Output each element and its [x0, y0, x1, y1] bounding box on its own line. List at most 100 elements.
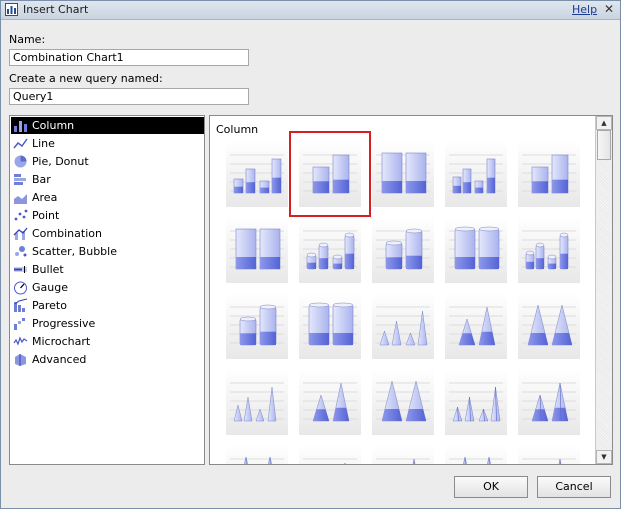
chart-subtype-stacked-cone[interactable]	[445, 293, 507, 359]
chart-subtype-clustered-cone[interactable]	[372, 293, 434, 359]
progressive-chart-icon	[14, 318, 25, 330]
chart-type-label: Gauge	[32, 281, 68, 294]
advanced-chart-icon	[15, 354, 26, 366]
chart-subtype-3d-stacked-cone[interactable]	[299, 369, 361, 435]
chart-type-list: Column Line Pie, Donut Bar Area Point Combinat…	[9, 115, 205, 465]
chart-type-pareto[interactable]: Pareto	[11, 297, 204, 314]
scroll-up-icon[interactable]: ▲	[596, 116, 612, 130]
chart-subtype-100-percent-stacked-cylinder[interactable]	[445, 217, 507, 283]
clustered-cylinder-icon	[303, 230, 357, 270]
100-percent-stacked-column-icon	[376, 152, 430, 194]
3d-100-percent-stacked-column-icon	[230, 228, 284, 270]
chart-type-label: Line	[32, 137, 55, 150]
clustered-column-icon	[230, 154, 284, 194]
chart-type-gauge[interactable]: Gauge	[11, 279, 204, 296]
name-label: Name:	[9, 33, 46, 46]
chart-subtype-3d-100-percent-stacked-cone[interactable]	[372, 369, 434, 435]
chart-type-label: Combination	[32, 227, 102, 240]
chart-subtype-100-percent-stacked-column[interactable]	[372, 141, 434, 207]
window-title: Insert Chart	[23, 3, 89, 16]
3d-stacked-cylinder-icon	[230, 304, 284, 346]
3d-stacked-pyramid-icon	[376, 458, 430, 464]
chart-type-bar[interactable]: Bar	[11, 171, 204, 188]
3d-100-percent-stacked-cone-icon	[376, 380, 430, 422]
chart-type-pie-donut[interactable]: Pie, Donut	[11, 153, 204, 170]
100-percent-stacked-cylinder-icon	[449, 226, 503, 270]
insert-chart-dialog: Insert Chart Help ✕ Name: Create a new q…	[0, 0, 621, 509]
chart-type-line[interactable]: Line	[11, 135, 204, 152]
chart-type-point[interactable]: Point	[11, 207, 204, 224]
chart-subtype-clustered-column[interactable]	[226, 141, 288, 207]
chart-subtype-stacked-cylinder[interactable]	[372, 217, 434, 283]
chart-subtype-clustered-pyramid[interactable]	[445, 369, 507, 435]
gallery-scrollbar[interactable]: ▲ ▼	[595, 116, 612, 464]
ok-button[interactable]: OK	[454, 476, 528, 498]
chart-type-progressive[interactable]: Progressive	[11, 315, 204, 332]
3d-clustered-pyramid-icon	[303, 458, 357, 464]
3d-100-percent-stacked-pyramid-icon	[449, 456, 503, 464]
3d-stacked-column-icon	[522, 154, 576, 194]
chart-type-scatter-bubble[interactable]: Scatter, Bubble	[11, 243, 204, 260]
help-link[interactable]: Help	[572, 3, 597, 16]
chart-app-icon	[5, 3, 18, 16]
3d-clustered-cone-icon	[230, 382, 284, 422]
cancel-button[interactable]: Cancel	[537, 476, 611, 498]
bar-chart-icon	[14, 174, 26, 185]
chart-subtype-clustered-cylinder[interactable]	[299, 217, 361, 283]
scrollbar-thumb[interactable]	[597, 130, 611, 160]
chart-type-area[interactable]: Area	[11, 189, 204, 206]
chart-type-microchart[interactable]: Microchart	[11, 333, 204, 350]
point-chart-icon	[14, 209, 28, 221]
chart-type-label: Pareto	[32, 299, 67, 312]
3d-stacked-cone-icon	[303, 382, 357, 422]
3d-clustered-column-icon	[449, 154, 503, 194]
chart-subtype-gallery: Column	[209, 115, 613, 465]
chart-subtype-3d-stacked-column[interactable]	[518, 141, 580, 207]
chart-subtype-3d-clustered-column[interactable]	[445, 141, 507, 207]
chart-type-label: Bullet	[32, 263, 64, 276]
chart-subtype-3d-clustered-cone[interactable]	[226, 369, 288, 435]
chart-subtype-3d-100-percent-stacked-pyramid[interactable]	[445, 445, 507, 464]
gauge-chart-icon	[14, 281, 27, 295]
chart-subtype-3d-100-percent-stacked-column[interactable]	[226, 217, 288, 283]
bullet-chart-icon	[14, 266, 27, 273]
combination-chart-icon	[13, 227, 28, 240]
3d-100-percent-stacked-cylinder-icon	[303, 302, 357, 346]
stacked-cylinder-icon	[376, 228, 430, 270]
scroll-down-icon[interactable]: ▼	[596, 450, 612, 464]
chart-type-label: Point	[32, 209, 60, 222]
query-name-field[interactable]	[9, 88, 249, 105]
chart-type-label: Pie, Donut	[32, 155, 89, 168]
100-percent-stacked-pyramid-icon	[230, 456, 284, 464]
name-field[interactable]	[9, 49, 249, 66]
chart-subtype-100-percent-stacked-cone[interactable]	[518, 293, 580, 359]
chart-subtype-3d-clustered-cylinder[interactable]	[518, 217, 580, 283]
chart-subtype-3d-stacked-cylinder[interactable]	[226, 293, 288, 359]
chart-subtype-3d-stacked-pyramid[interactable]	[372, 445, 434, 464]
chart-type-column[interactable]: Column	[11, 117, 204, 134]
chart-type-label: Advanced	[32, 353, 87, 366]
stacked-pyramid-icon	[522, 382, 576, 422]
stacked-cone-icon	[449, 306, 503, 346]
chart-type-label: Column	[32, 119, 75, 132]
column-chart-icon	[14, 121, 27, 132]
chart-type-label: Microchart	[32, 335, 91, 348]
chart-subtype-stacked-column[interactable]	[289, 131, 371, 217]
chart-type-label: Area	[32, 191, 58, 204]
scatter-chart-icon	[15, 246, 27, 257]
chart-subtype-3d-pyramid-partial[interactable]	[518, 445, 580, 464]
chart-type-label: Scatter, Bubble	[32, 245, 117, 258]
clustered-pyramid-icon	[449, 382, 503, 422]
chart-type-combination[interactable]: Combination	[11, 225, 204, 242]
chart-subtype-3d-clustered-pyramid[interactable]	[299, 445, 361, 464]
3d-pyramid-partial-icon	[522, 458, 576, 464]
chart-type-advanced[interactable]: Advanced	[11, 351, 204, 368]
chart-subtype-3d-100-percent-stacked-cylinder[interactable]	[299, 293, 361, 359]
chart-subtype-stacked-pyramid[interactable]	[518, 369, 580, 435]
close-icon[interactable]: ✕	[602, 2, 616, 16]
chart-type-bullet[interactable]: Bullet	[11, 261, 204, 278]
clustered-cone-icon	[376, 306, 430, 346]
100-percent-stacked-cone-icon	[522, 304, 576, 346]
3d-clustered-cylinder-icon	[522, 230, 576, 270]
chart-subtype-100-percent-stacked-pyramid[interactable]	[226, 445, 288, 464]
